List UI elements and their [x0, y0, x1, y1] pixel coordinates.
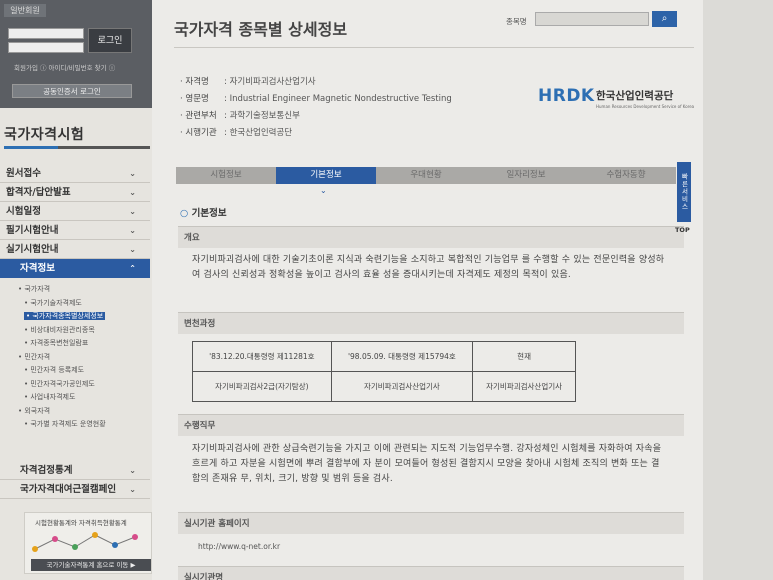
- info-english-name: · 영문명: Industrial Engineer Magnetic Nond…: [180, 94, 452, 104]
- sidebar-item-label: 실기시험안내: [6, 244, 59, 255]
- sidebar-item-written-exam[interactable]: 필기시험안내 ⌄: [0, 221, 150, 240]
- table-cell: 자기비파괴검사2급(자기탐상): [192, 371, 332, 402]
- table-cell: 자기비파괴검사산업기사: [472, 371, 576, 402]
- chevron-down-icon: ⌄: [129, 485, 136, 494]
- stats-graph-icon: [32, 532, 138, 552]
- sidebar-item-application[interactable]: 원서접수 ⌄: [0, 164, 150, 183]
- stats-banner-title: 시험현황통계와 자격취득현황통계: [35, 519, 127, 527]
- page-title: 국가자격 종목별 상세정보: [174, 20, 348, 39]
- homepage-link[interactable]: http://www.q-net.or.kr: [198, 542, 280, 551]
- login-button[interactable]: 로그인: [88, 28, 132, 53]
- tab-preference[interactable]: 우대현황: [376, 167, 476, 184]
- search-icon: ⌕: [661, 13, 668, 24]
- password-input[interactable]: [8, 42, 84, 53]
- search-button[interactable]: ⌕: [652, 11, 677, 27]
- search-input[interactable]: [535, 12, 649, 26]
- main-content: 국가자격 종목별 상세정보 종목명 ⌕ · 자격명: 자기비파괴검사산업기사 ·…: [152, 0, 703, 580]
- submenu-national[interactable]: • 국가자격: [0, 284, 150, 298]
- submenu-emergency[interactable]: • 비상대비자원관리종목: [0, 325, 150, 339]
- sidebar-item-label: 필기시험안내: [6, 225, 59, 236]
- cert-login-button[interactable]: 공동인증서 로그인: [12, 84, 132, 98]
- info-agency: · 시행기관: 한국산업인력공단: [180, 128, 293, 138]
- right-margin: [703, 0, 773, 580]
- submenu-private-register[interactable]: • 민간자격 등록제도: [0, 365, 150, 379]
- duties-heading: 수행직무: [178, 414, 684, 436]
- chevron-up-icon: ⌃: [129, 264, 136, 273]
- submenu-private[interactable]: • 민간자격: [0, 352, 150, 366]
- info-name: · 자격명: 자기비파괴검사산업기사: [180, 77, 316, 87]
- search-label: 종목명: [506, 17, 527, 26]
- chevron-down-icon: ⌄: [129, 207, 136, 216]
- login-box: 일반회원 로그인 회원가입 ⓘ 아이디/비밀번호 찾기 ⓘ 공동인증서 로그인: [0, 0, 152, 108]
- agency-name-heading: 실시기관명: [178, 566, 684, 580]
- sidebar-item-campaign[interactable]: 국가자격대여근절캠페인 ⌄: [0, 481, 150, 499]
- sidebar-item-practical-exam[interactable]: 실기시험안내 ⌄: [0, 240, 150, 259]
- title-divider: [174, 47, 694, 48]
- stats-banner[interactable]: 시험현황통계와 자격취득현황통계 국가기술자격통계 홈으로 이동 ▶: [24, 512, 152, 574]
- sidebar-item-statistics[interactable]: 자격검정통계 ⌄: [0, 462, 150, 480]
- info-ministry: · 관련부처: 과학기술정보통신부: [180, 111, 300, 121]
- tab-trends[interactable]: 수험자동향: [576, 167, 676, 184]
- active-tab-indicator-icon: ⌄: [320, 186, 327, 195]
- section-title: ○ 기본정보: [180, 208, 227, 219]
- tab-basic-info[interactable]: 기본정보: [276, 167, 376, 184]
- id-input[interactable]: [8, 28, 84, 39]
- quick-service-button[interactable]: 빠른서비스: [677, 162, 691, 222]
- sidebar-item-schedule[interactable]: 시험일정 ⌄: [0, 202, 150, 221]
- sidebar-title: 국가자격시험: [4, 127, 85, 143]
- sidebar-item-label: 시험일정: [6, 206, 41, 217]
- hrdk-logo: HRDK 한국산업인력공단 Human Resources Developmen…: [538, 86, 695, 109]
- sidebar-menu: 원서접수 ⌄ 합격자/답안발표 ⌄ 시험일정 ⌄ 필기시험안내 ⌄ 실기시험안내 ⌄ 자격…: [0, 164, 150, 278]
- table-row: 자기비파괴검사2급(자기탐상) 자기비파괴검사산업기사 자기비파괴검사산업기사: [192, 371, 576, 402]
- table-cell: 자기비파괴검사산업기사: [330, 371, 474, 402]
- overview-heading: 개요: [178, 226, 684, 248]
- submenu-private-certified[interactable]: • 민간자격국가공인제도: [0, 379, 150, 393]
- submenu-detail-info[interactable]: • 국가자격종목별상세정보: [0, 311, 150, 325]
- submenu-history-table[interactable]: • 자격종목변천일람표: [0, 338, 150, 352]
- overview-text: 자기비파괴검사에 대한 기술기초이론 지식과 숙련기능을 소지하고 복합적인 기…: [192, 255, 665, 280]
- duties-text: 자기비파괴검사에 관한 상급숙련기능을 가지고 이에 관련되는 지도적 기능업무…: [192, 444, 662, 484]
- chevron-down-icon: ⌄: [129, 466, 136, 475]
- history-heading: 변천과정: [178, 312, 684, 334]
- tab-jobs[interactable]: 일자리정보: [476, 167, 576, 184]
- top-button[interactable]: TOP: [675, 226, 690, 234]
- sidebar-item-label: 원서접수: [6, 168, 41, 179]
- table-cell: '98.05.09. 대통령령 제15794호: [330, 341, 474, 372]
- sidebar-submenu: • 국가자격 • 국가기술자격제도 • 국가자격종목별상세정보 • 비상대비자원…: [0, 284, 150, 433]
- sidebar-item-qualification-info[interactable]: 자격정보 ⌃: [0, 259, 150, 278]
- chevron-down-icon: ⌄: [129, 169, 136, 178]
- submenu-national-tech-system[interactable]: • 국가기술자격제도: [0, 298, 150, 312]
- homepage-heading: 실시기관 홈페이지: [178, 512, 684, 534]
- member-tab[interactable]: 일반회원: [4, 4, 46, 17]
- account-links[interactable]: 회원가입 ⓘ 아이디/비밀번호 찾기 ⓘ: [14, 62, 115, 72]
- history-table: '83.12.20.대통령령 제11281호 '98.05.09. 대통령령 제…: [192, 341, 576, 402]
- sidebar-item-label: 합격자/답안발표: [6, 187, 71, 198]
- chevron-down-icon: ⌄: [129, 188, 136, 197]
- sidebar-item-results[interactable]: 합격자/답안발표 ⌄: [0, 183, 150, 202]
- submenu-in-company[interactable]: • 사업내자격제도: [0, 392, 150, 406]
- left-sidebar: 일반회원 로그인 회원가입 ⓘ 아이디/비밀번호 찾기 ⓘ 공동인증서 로그인 …: [0, 0, 152, 580]
- chevron-down-icon: ⌄: [129, 245, 136, 254]
- stats-home-button[interactable]: 국가기술자격통계 홈으로 이동 ▶: [31, 559, 151, 571]
- tab-bar: 시험정보 기본정보 우대현황 일자리정보 수험자동향: [176, 167, 676, 184]
- submenu-foreign-status[interactable]: • 국가별 자격제도 운영현황: [0, 419, 150, 433]
- sidebar-divider: [4, 146, 150, 149]
- submenu-foreign[interactable]: • 외국자격: [0, 406, 150, 420]
- chevron-down-icon: ⌄: [129, 226, 136, 235]
- table-row: '83.12.20.대통령령 제11281호 '98.05.09. 대통령령 제…: [192, 341, 576, 372]
- table-cell: 현재: [472, 341, 576, 372]
- tab-exam-info[interactable]: 시험정보: [176, 167, 276, 184]
- table-cell: '83.12.20.대통령령 제11281호: [192, 341, 332, 372]
- sidebar-item-label: 자격정보: [20, 263, 55, 274]
